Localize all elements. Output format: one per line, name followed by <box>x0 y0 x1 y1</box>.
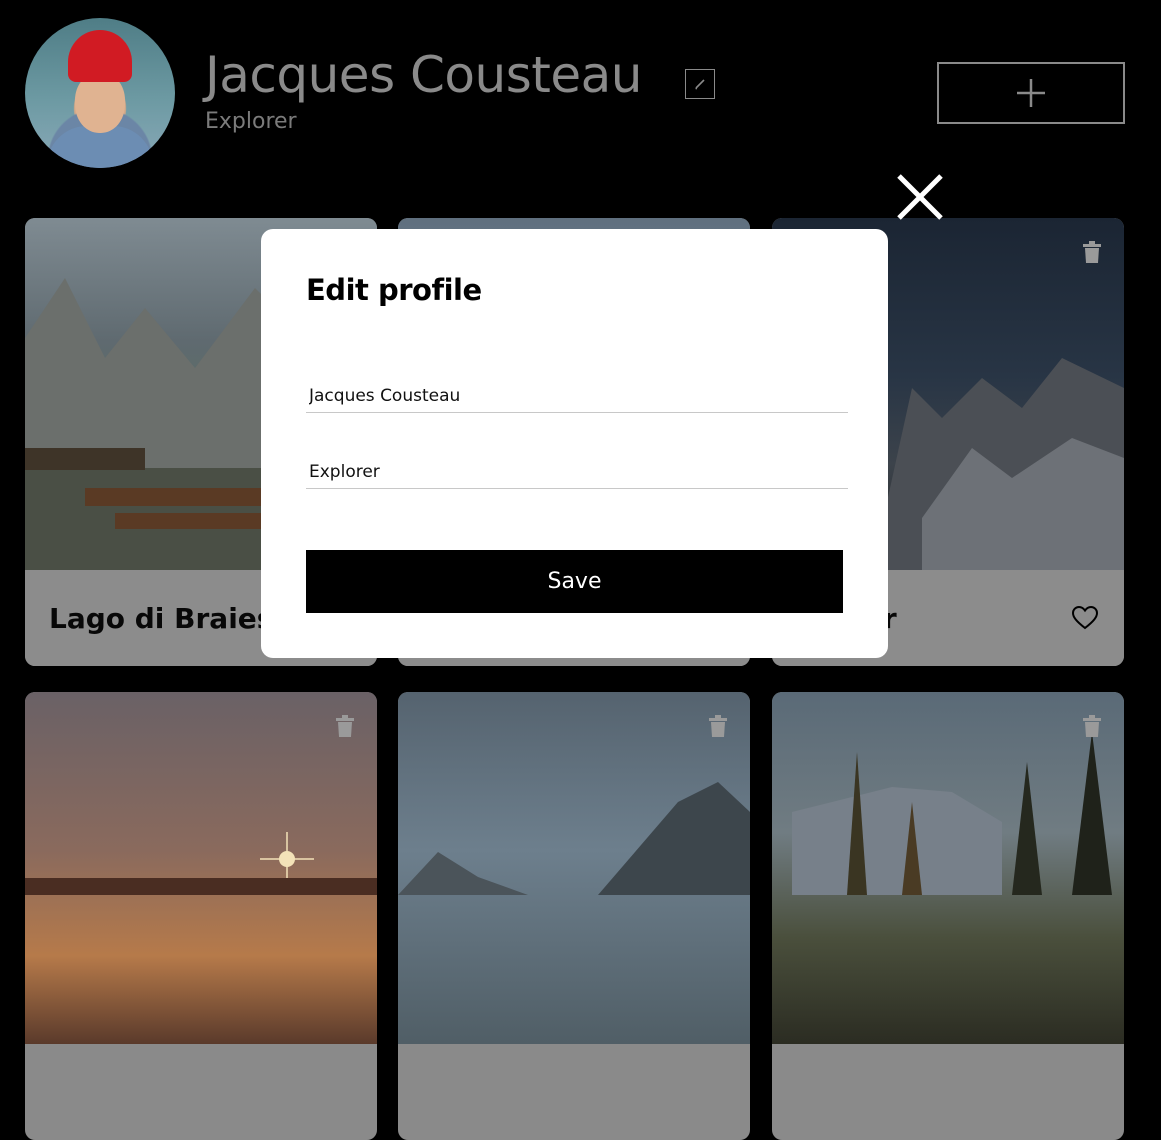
edit-profile-popup: Edit profile Save <box>261 229 888 658</box>
trash-icon <box>706 714 730 738</box>
close-icon <box>895 172 945 222</box>
delete-button[interactable] <box>706 714 730 742</box>
profile-name: Jacques Cousteau <box>205 46 642 104</box>
delete-button[interactable] <box>333 714 357 742</box>
forest-scene <box>772 692 1124 895</box>
mountain-scene <box>398 692 750 895</box>
trash-icon <box>1080 240 1104 264</box>
close-popup-button[interactable] <box>893 170 947 224</box>
about-input[interactable] <box>306 455 848 489</box>
place-image[interactable] <box>25 692 377 1044</box>
delete-button[interactable] <box>1080 240 1104 268</box>
trash-icon <box>1080 714 1104 738</box>
place-image[interactable] <box>398 692 750 1044</box>
avatar <box>25 18 175 168</box>
delete-button[interactable] <box>1080 714 1104 742</box>
place-card <box>772 692 1124 1140</box>
name-input[interactable] <box>306 379 848 413</box>
edit-profile-button[interactable] <box>685 69 715 99</box>
avatar-face <box>75 73 125 133</box>
like-button[interactable] <box>1072 606 1098 634</box>
pencil-icon <box>693 77 707 91</box>
page: Jacques Cousteau Explorer Lago di Braies <box>0 0 1161 895</box>
profile-description: Explorer <box>205 109 297 134</box>
popup-title: Edit profile <box>306 273 482 307</box>
plus-icon <box>1015 77 1047 109</box>
add-place-button[interactable] <box>937 62 1125 124</box>
place-title: Lago di Braies <box>49 602 273 635</box>
sunset-scene <box>25 692 377 895</box>
heart-icon <box>1072 606 1098 630</box>
place-image[interactable] <box>772 692 1124 1044</box>
trash-icon <box>333 714 357 738</box>
save-button[interactable]: Save <box>306 550 843 613</box>
place-card <box>25 692 377 1140</box>
place-card <box>398 692 750 1140</box>
avatar-hat <box>68 30 132 82</box>
